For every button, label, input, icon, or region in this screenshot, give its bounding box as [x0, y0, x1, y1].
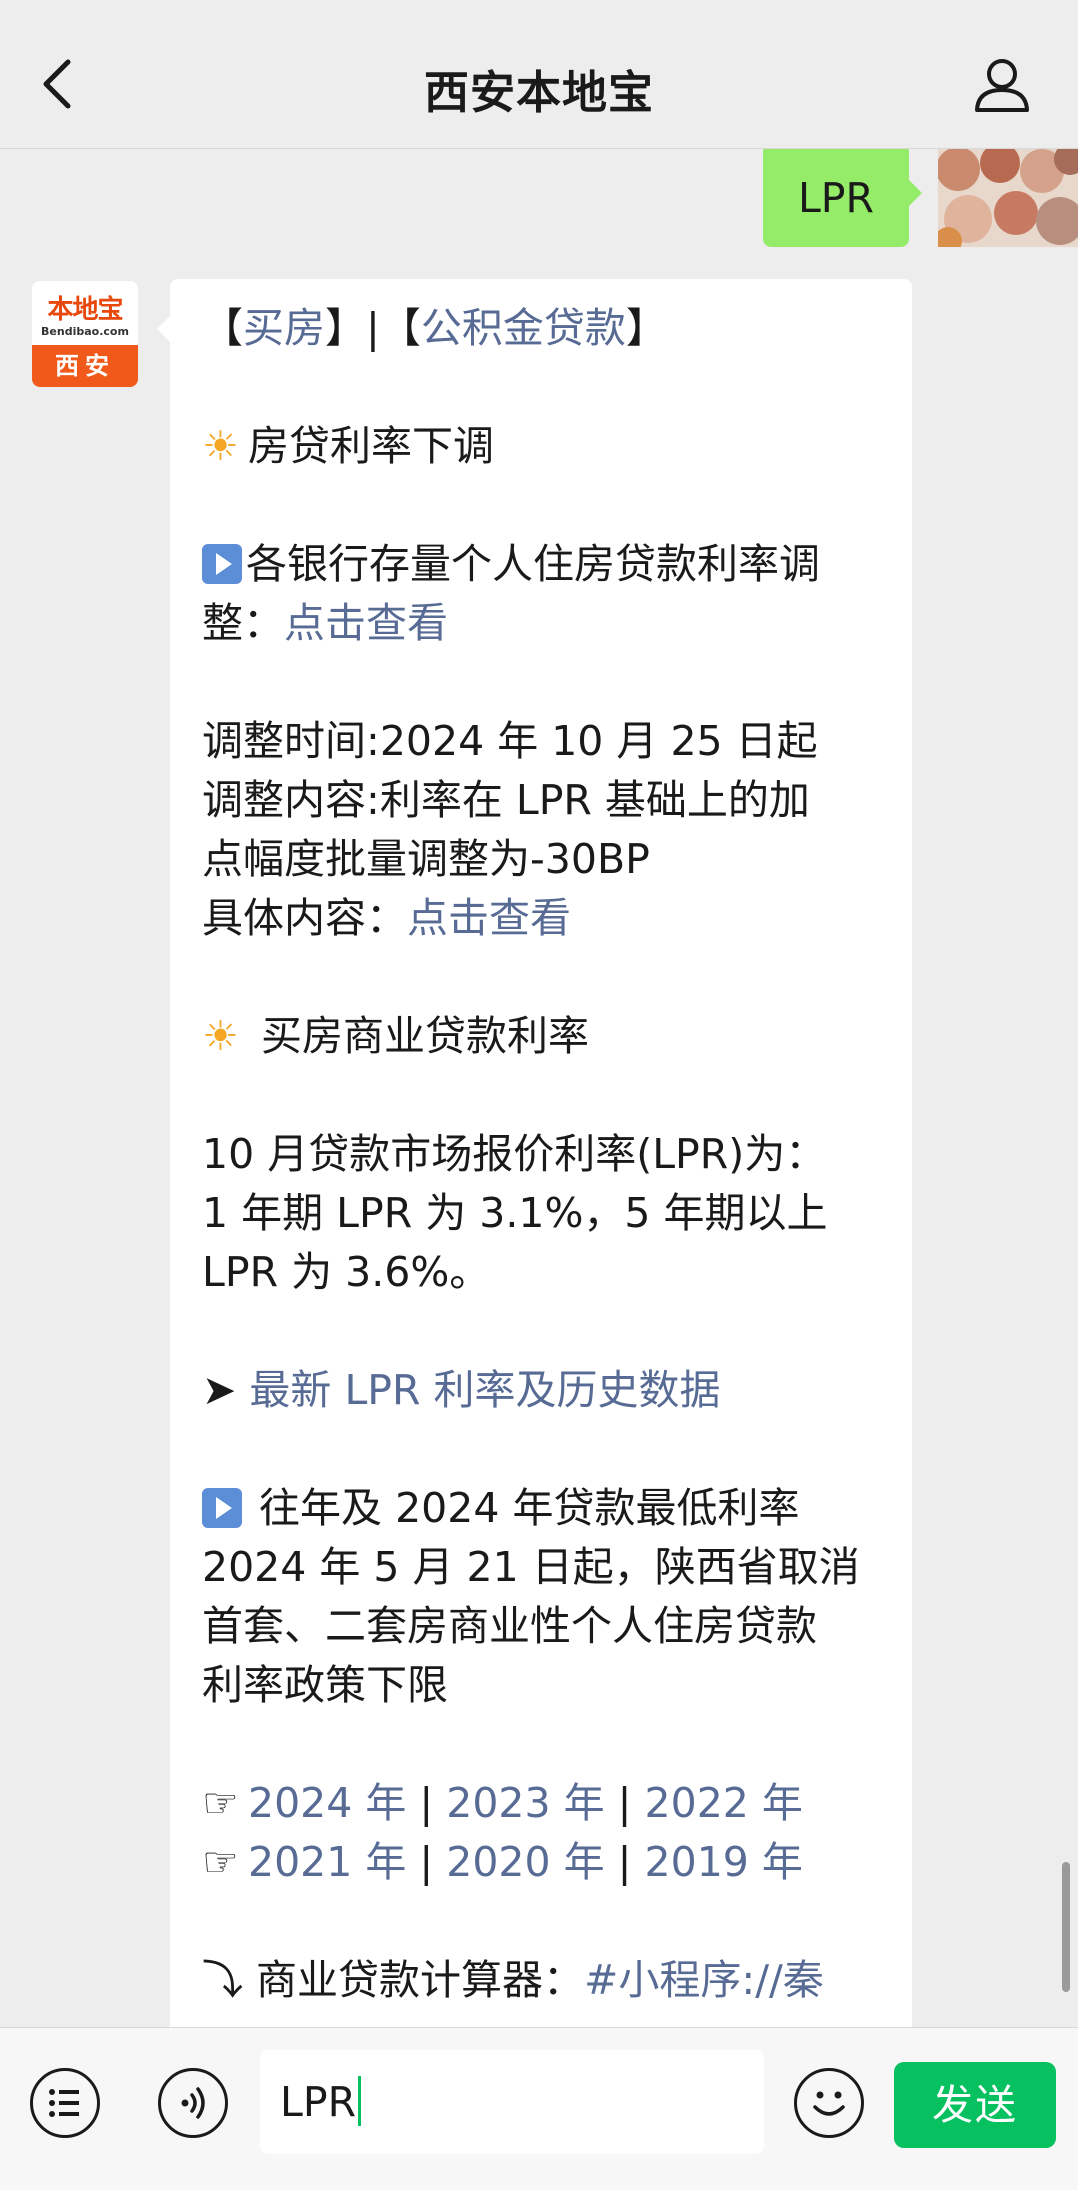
calculator-line: ⤵ 商业贷款计算器：#小程序://秦: [202, 1951, 892, 2010]
paragraph-line: LPR 为 3.6%。: [202, 1248, 491, 1296]
bot-message-bubble: 【买房】|【公积金贷款】 ☀ 房贷利率下调 各银行存量个人住房贷款利率调 整：点击…: [170, 279, 912, 2027]
emoji-icon: [813, 2091, 845, 2116]
paragraph-line: 调整内容:利率在 LPR 基础上的加: [202, 776, 810, 824]
play-icon: [202, 1488, 242, 1528]
separator: |: [604, 1838, 645, 1886]
paragraph-line: 各银行存量个人住房贷款利率调: [202, 535, 892, 594]
paragraph-line: 具体内容：点击查看: [202, 889, 892, 948]
bracket: 【: [202, 304, 243, 352]
input-text: LPR: [280, 2078, 357, 2126]
link-provident-fund-loan[interactable]: 公积金贷款: [421, 304, 626, 352]
bracket: 】: [625, 304, 667, 352]
link-year-2022[interactable]: 2022 年: [645, 1779, 803, 1827]
user-icon[interactable]: [972, 56, 1032, 114]
link-view-details-2[interactable]: 点击查看: [407, 894, 571, 942]
paragraph-line: 点幅度批量调整为-30BP: [202, 835, 650, 883]
bot-bubble-tail: [157, 315, 171, 343]
link-year-2019[interactable]: 2019 年: [645, 1838, 803, 1886]
arrow-icon: ➤: [202, 1366, 237, 1414]
avatar-logo-text: 本地宝: [47, 295, 123, 325]
chat-title: 西安本地宝: [423, 66, 654, 119]
lpr-history-line: ➤ 最新 LPR 利率及历史数据: [202, 1361, 892, 1420]
link-year-2020[interactable]: 2020 年: [446, 1838, 604, 1886]
paragraph-text: 具体内容：: [202, 894, 407, 942]
official-account-avatar[interactable]: 本地宝 Bendibao.com 西安: [32, 281, 138, 387]
link-buy-house[interactable]: 买房: [243, 304, 325, 352]
link-view-details-1[interactable]: 点击查看: [284, 599, 448, 647]
menu-button[interactable]: [30, 2068, 100, 2138]
input-bar: LPR 发送: [0, 2027, 1078, 2190]
avatar-logo-area: 本地宝 Bendibao.com: [32, 281, 138, 345]
chat-area[interactable]: LPR 本地宝 Bendibao.com 西安 【买房】|【公积金贷款】 ☀ 房…: [0, 149, 1078, 2027]
years-row-2: ☞ 2021 年 | 2020 年 | 2019 年: [202, 1833, 892, 1892]
paragraph-line: 利率政策下限: [202, 1661, 448, 1709]
scrollbar[interactable]: [1062, 1862, 1070, 1992]
paragraph-line: 10 月贷款市场报价利率(LPR)为：: [202, 1130, 827, 1178]
paragraph-text: 整：: [202, 599, 284, 647]
separator: |: [604, 1779, 645, 1827]
link-mini-program[interactable]: #小程序://秦: [584, 1956, 824, 2004]
paragraph-text: 各银行存量个人住房贷款利率调: [246, 540, 820, 588]
avatar-city: 西安: [32, 345, 138, 387]
sun-icon: ☀: [202, 1012, 239, 1060]
emoji-button[interactable]: [794, 2068, 864, 2138]
calculator-pointer-icon: ⤵: [202, 1956, 243, 2004]
separator: |: [406, 1779, 447, 1827]
link-lpr-history[interactable]: 最新 LPR 利率及历史数据: [249, 1366, 720, 1414]
paragraph-line: 调整时间:2024 年 10 月 25 日起: [202, 717, 818, 765]
text-caret: [358, 2076, 362, 2126]
pointing-hand-icon: ☞: [202, 1838, 239, 1886]
bracket-sep: 】|【: [325, 304, 421, 352]
paragraph-text: 往年及 2024 年贷款最低利率: [259, 1484, 800, 1532]
menu-icon: [49, 2089, 79, 2117]
avatar-domain: Bendibao.com: [41, 325, 129, 338]
pointing-hand-icon: ☞: [202, 1779, 239, 1827]
years-row-1: ☞ 2024 年 | 2023 年 | 2022 年: [202, 1774, 892, 1833]
section-title-rate-cut: ☀ 房贷利率下调: [202, 417, 892, 476]
section-title-commercial-rate: ☀ 买房商业贷款利率: [202, 1007, 892, 1066]
link-year-2021[interactable]: 2021 年: [248, 1838, 406, 1886]
calculator-label: 商业贷款计算器：: [243, 1956, 585, 2004]
voice-icon: [181, 2087, 205, 2119]
bot-message-content: 【买房】|【公积金贷款】 ☀ 房贷利率下调 各银行存量个人住房贷款利率调 整：点击…: [202, 299, 892, 2010]
my-message-bubble[interactable]: LPR: [763, 149, 909, 247]
sun-icon: ☀: [202, 422, 239, 470]
voice-button[interactable]: [158, 2068, 228, 2138]
top-bar: 西安本地宝: [0, 0, 1078, 149]
paragraph-line: 1 年期 LPR 为 3.1%，5 年期以上: [202, 1189, 828, 1237]
my-avatar[interactable]: [938, 149, 1078, 247]
section-title-text: 房贷利率下调: [248, 422, 494, 470]
category-line: 【买房】|【公积金贷款】: [202, 299, 892, 358]
link-year-2023[interactable]: 2023 年: [446, 1779, 604, 1827]
section-title-text: 买房商业贷款利率: [248, 1012, 590, 1060]
paragraph-line: 整：点击查看: [202, 594, 892, 653]
link-year-2024[interactable]: 2024 年: [248, 1779, 406, 1827]
paragraph-line: 2024 年 5 月 21 日起，陕西省取消: [202, 1543, 860, 1591]
paragraph-line: 首套、二套房商业性个人住房贷款: [202, 1602, 817, 1650]
paragraph-line: 往年及 2024 年贷款最低利率: [202, 1479, 892, 1538]
send-button[interactable]: 发送: [894, 2062, 1056, 2148]
separator: |: [406, 1838, 447, 1886]
message-input[interactable]: LPR: [260, 2050, 764, 2154]
play-icon: [202, 544, 242, 584]
my-bubble-tail: [908, 179, 922, 207]
